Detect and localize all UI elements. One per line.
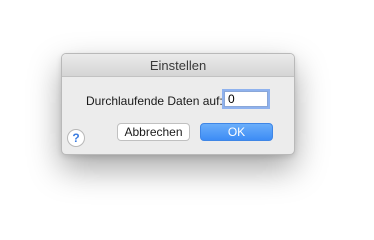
field-label: Durchlaufende Daten auf: (86, 94, 223, 108)
ok-button-label: OK (227, 125, 246, 139)
dialog-titlebar[interactable]: Einstellen (62, 54, 294, 77)
desktop-background: Einstellen Durchlaufende Daten auf: ? Ab… (0, 0, 374, 226)
cancel-button[interactable]: Abbrechen (117, 123, 190, 141)
question-mark-icon: ? (72, 131, 80, 145)
help-button[interactable]: ? (67, 129, 85, 147)
cancel-button-label: Abbrechen (124, 125, 183, 139)
ok-button[interactable]: OK (200, 123, 273, 141)
continuous-data-input[interactable] (224, 91, 268, 107)
dialog-title: Einstellen (149, 57, 207, 73)
settings-dialog: Einstellen Durchlaufende Daten auf: ? Ab… (61, 53, 295, 155)
